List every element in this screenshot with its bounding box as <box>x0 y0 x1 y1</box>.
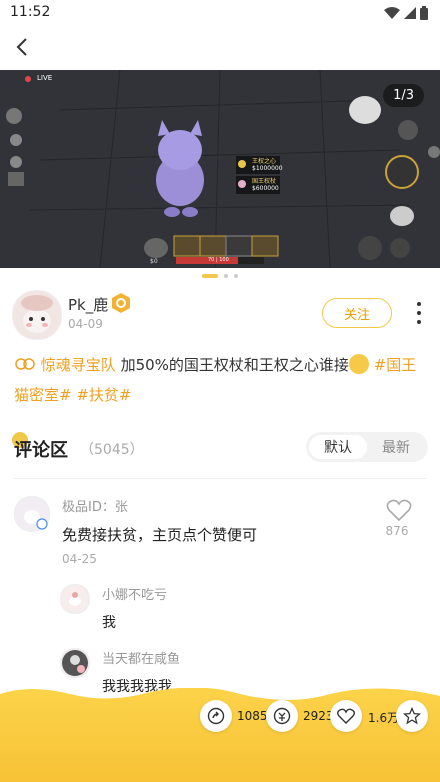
author-name[interactable]: Pk_鹿 <box>68 294 108 315</box>
reply-user[interactable]: 小娜不吃亏 <box>102 584 167 603</box>
popup-2-label: 国王权杖 <box>252 178 277 185</box>
status-time: 11:52 <box>10 4 51 20</box>
post-body: 惊魂寻宝队 加50%的国王权杖和王权之心谁接 #国王猫密室# #扶贫# <box>14 350 428 410</box>
follow-button[interactable]: 关注 <box>322 298 392 328</box>
coin-count: 2923 <box>303 709 334 723</box>
avatar-image <box>13 291 61 339</box>
live-label: LIVE <box>37 74 53 82</box>
avatar-image <box>62 586 88 612</box>
sort-toggle: 默认 最新 <box>306 432 428 462</box>
avatar-image <box>62 650 88 676</box>
divider <box>14 478 426 479</box>
carousel-dot[interactable] <box>224 274 228 278</box>
share-icon <box>207 707 225 725</box>
back-button[interactable] <box>10 34 36 60</box>
commenter-avatar[interactable] <box>14 496 50 532</box>
status-icons <box>384 6 428 20</box>
money-label: $0 <box>150 258 158 265</box>
sort-latest-tab[interactable]: 最新 <box>367 435 425 459</box>
like-count: 1.6万 <box>368 711 400 725</box>
hashtag-link[interactable]: #扶贫# <box>76 386 131 404</box>
team-link[interactable]: 惊魂寻宝队 <box>41 356 116 374</box>
reply-item: 当天都在咸鱼 我我我我我 <box>60 648 420 695</box>
reply-avatar[interactable] <box>60 648 90 678</box>
popup-1-label: 王权之心 <box>252 158 277 165</box>
battery-icon <box>420 6 428 20</box>
heart-icon <box>337 708 355 724</box>
comment-like-count: 876 <box>385 524 409 538</box>
media-carousel[interactable]: LIVE 王权之心 $1000000 国王权杖 $600000 $0 70 | … <box>0 70 440 268</box>
share-button[interactable] <box>200 700 232 732</box>
comment-date: 04-25 <box>62 552 97 566</box>
carousel-dot[interactable] <box>234 274 238 278</box>
grin-emoji-icon <box>348 354 369 374</box>
coin-icon <box>273 707 291 725</box>
commenter-name[interactable]: 极品ID：张 <box>62 496 128 515</box>
heart-icon <box>386 499 412 522</box>
level-badge-icon <box>112 293 130 313</box>
more-vertical-icon <box>417 302 421 324</box>
team-icon <box>15 358 35 370</box>
chevron-left-icon <box>16 38 27 56</box>
more-options-button[interactable] <box>414 300 424 326</box>
avatar-image <box>16 498 48 530</box>
signal-icon <box>404 7 416 19</box>
reply-user[interactable]: 当天都在咸鱼 <box>102 648 180 667</box>
game-screenshot <box>0 70 440 268</box>
post-date: 04-09 <box>68 317 103 331</box>
carousel-dot[interactable] <box>202 274 218 278</box>
comment-like-button[interactable] <box>386 498 412 522</box>
hp-label: 70 | 100 <box>208 257 229 263</box>
media-page-counter: 1/3 <box>383 84 424 107</box>
comments-header: 评论区 （5045） 默认 最新 <box>12 432 428 466</box>
reply-text: 我 <box>102 615 116 631</box>
reply-avatar[interactable] <box>60 584 90 614</box>
popup-2-value: $600000 <box>252 185 279 192</box>
author-row: Pk_鹿 04-09 关注 <box>12 290 428 342</box>
wifi-icon <box>384 7 400 19</box>
popup-1-value: $1000000 <box>252 165 283 172</box>
comments-count: （5045） <box>80 442 144 458</box>
post-text: 加50%的国王权杖和王权之心谁接 <box>120 356 349 374</box>
like-button[interactable] <box>330 700 362 732</box>
author-avatar[interactable] <box>12 290 62 340</box>
comment-text: 免费接扶贫，主页点个赞便可 <box>62 526 258 544</box>
coin-button[interactable] <box>266 700 298 732</box>
carousel-indicator <box>0 272 440 280</box>
star-icon <box>403 707 421 725</box>
reply-item: 小娜不吃亏 我 <box>60 584 420 631</box>
favorite-button[interactable] <box>396 700 428 732</box>
comments-title: 评论区 <box>14 440 68 461</box>
status-bar: 11:52 <box>0 0 440 26</box>
share-count: 1085 <box>237 709 268 723</box>
sort-default-tab[interactable]: 默认 <box>309 435 367 459</box>
